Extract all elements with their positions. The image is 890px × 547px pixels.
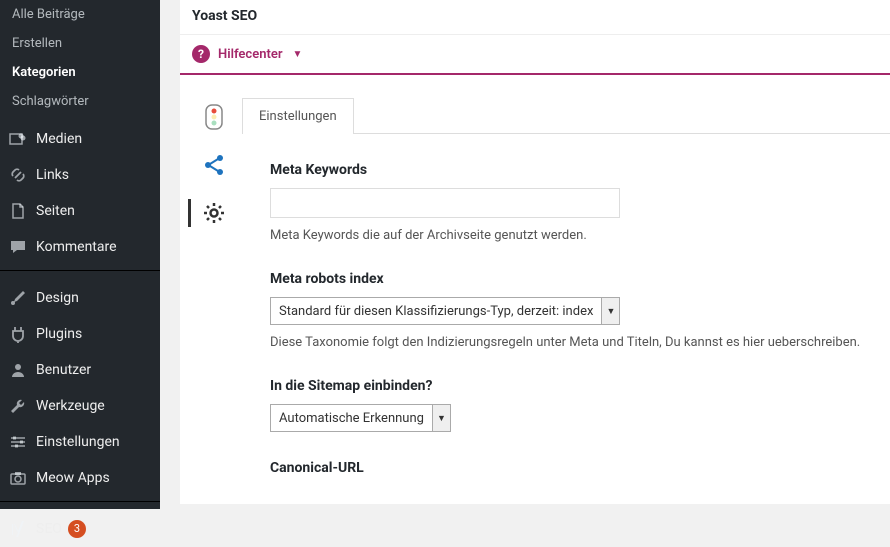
sidebar-sub-schlagwoerter[interactable]: Schlagwörter xyxy=(0,87,160,116)
sidebar-item-design[interactable]: Design xyxy=(0,280,160,316)
sidebar-item-label: Seiten xyxy=(36,203,75,219)
field-meta-keywords: Meta Keywords Meta Keywords die auf der … xyxy=(270,162,870,243)
sidebar-sub-kategorien[interactable]: Kategorien xyxy=(0,58,160,87)
wrench-icon xyxy=(8,396,28,416)
sidebar-item-links[interactable]: Links xyxy=(0,157,160,193)
page-icon xyxy=(8,201,28,221)
admin-sidebar: Alle Beiträge Erstellen Kategorien Schla… xyxy=(0,0,160,509)
select-value: Automatische Erkennung xyxy=(271,405,432,431)
sidebar-sub-alle-beitraege[interactable]: Alle Beiträge xyxy=(0,0,160,29)
chevron-down-icon: ▼ xyxy=(293,49,303,60)
camera-icon xyxy=(8,468,28,488)
yoast-icon xyxy=(8,519,28,539)
sidebar-item-einstellungen[interactable]: Einstellungen xyxy=(0,424,160,460)
metabox-title: Yoast SEO xyxy=(180,0,890,34)
link-icon xyxy=(8,165,28,185)
chevron-down-icon: ▼ xyxy=(432,405,450,431)
sidebar-item-werkzeuge[interactable]: Werkzeuge xyxy=(0,388,160,424)
user-icon xyxy=(8,360,28,380)
sidebar-item-label: Meow Apps xyxy=(36,470,110,486)
sidebar-item-label: Links xyxy=(36,167,69,183)
helpcenter-label: Hilfecenter xyxy=(218,47,283,62)
comment-icon xyxy=(8,237,28,257)
seo-update-badge: 3 xyxy=(68,520,86,538)
plugin-icon xyxy=(8,324,28,344)
sidebar-item-seo[interactable]: SEO 3 xyxy=(0,511,160,547)
tab-readability-icon[interactable] xyxy=(198,101,230,133)
brush-icon xyxy=(8,288,28,308)
meta-keywords-label: Meta Keywords xyxy=(270,162,870,178)
yoast-metabox: Yoast SEO ? Hilfecenter ▼ Einstellung xyxy=(180,0,890,504)
tab-settings-icon[interactable] xyxy=(198,197,230,229)
sidebar-item-label: Kommentare xyxy=(36,239,117,255)
field-sitemap: In die Sitemap einbinden? Automatische E… xyxy=(270,378,870,432)
sidebar-item-meow-apps[interactable]: Meow Apps xyxy=(0,460,160,496)
sitemap-select[interactable]: Automatische Erkennung ▼ xyxy=(270,404,451,432)
help-icon: ? xyxy=(192,45,210,63)
sidebar-item-label: Einstellungen xyxy=(36,434,120,450)
sidebar-item-medien[interactable]: Medien xyxy=(0,121,160,157)
helpcenter-toggle[interactable]: ? Hilfecenter ▼ xyxy=(180,34,890,75)
sidebar-item-plugins[interactable]: Plugins xyxy=(0,316,160,352)
field-canonical: Canonical-URL xyxy=(270,460,870,476)
vertical-tab-strip xyxy=(194,97,234,504)
sidebar-sub-erstellen[interactable]: Erstellen xyxy=(0,29,160,58)
tab-content: Einstellungen Meta Keywords Meta Keyword… xyxy=(234,97,890,504)
sidebar-item-label: Werkzeuge xyxy=(36,398,105,414)
tab-einstellungen[interactable]: Einstellungen xyxy=(242,98,354,134)
sidebar-item-kommentare[interactable]: Kommentare xyxy=(0,229,160,265)
sidebar-item-seiten[interactable]: Seiten xyxy=(0,193,160,229)
media-icon xyxy=(8,129,28,149)
chevron-down-icon: ▼ xyxy=(601,298,619,324)
meta-robots-desc: Diese Taxonomie folgt den Indizierungsre… xyxy=(270,335,870,350)
tab-social-icon[interactable] xyxy=(198,149,230,181)
sliders-icon xyxy=(8,432,28,452)
sidebar-item-label: Medien xyxy=(36,131,82,147)
sidebar-item-label: Benutzer xyxy=(36,362,91,378)
meta-keywords-desc: Meta Keywords die auf der Archivseite ge… xyxy=(270,228,870,243)
sitemap-label: In die Sitemap einbinden? xyxy=(270,378,870,394)
select-value: Standard für diesen Klassifizierungs-Typ… xyxy=(271,298,601,324)
canonical-label: Canonical-URL xyxy=(270,460,870,476)
meta-robots-label: Meta robots index xyxy=(270,271,870,287)
sidebar-item-benutzer[interactable]: Benutzer xyxy=(0,352,160,388)
meta-robots-select[interactable]: Standard für diesen Klassifizierungs-Typ… xyxy=(270,297,620,325)
field-meta-robots: Meta robots index Standard für diesen Kl… xyxy=(270,271,870,350)
sidebar-item-label: SEO xyxy=(36,521,62,537)
meta-keywords-input[interactable] xyxy=(270,188,620,218)
main-content: Yoast SEO ? Hilfecenter ▼ Einstellung xyxy=(160,0,890,509)
sidebar-item-label: Plugins xyxy=(36,326,82,342)
sidebar-item-label: Design xyxy=(36,290,79,306)
